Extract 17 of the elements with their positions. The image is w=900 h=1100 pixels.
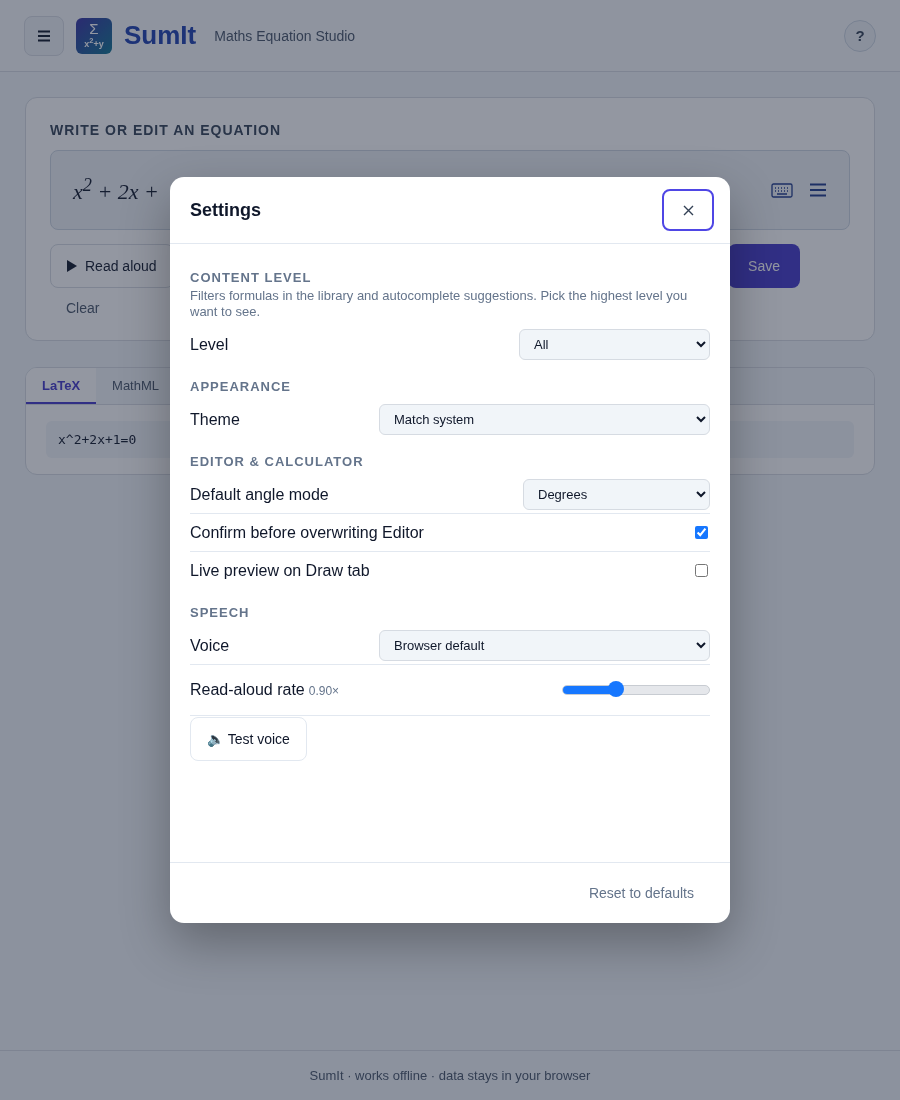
section-title: WRITE OR EDIT AN EQUATION [50,122,283,138]
setting-label: Default angle mode [190,485,329,504]
setting-label: Confirm before overwriting Editor [190,523,424,542]
section-heading: APPEARANCE [190,377,292,396]
setting-label: Level [190,335,229,354]
section-heading: CONTENT LEVEL [190,268,313,287]
app-subtitle: Maths Equation Studio [214,27,356,44]
setting-label: Live preview on Draw tab [190,561,370,580]
section-description: Filters formulas in the library and autocomplete suggestions. Pick the highest level you want to see. [190,288,689,320]
dialog-title: Settings [190,199,262,221]
app-logo: Σ x$^{2}$+y [76,17,112,54]
setting-label: Read-aloud rate [190,681,305,699]
section-heading: SPEECH [190,603,251,622]
rate-reading: 0.90× [308,684,340,698]
footer-text: SumIt · works offline · data stays in your browser [0,1050,900,1100]
setting-label: Voice [190,636,230,655]
app-name: SumIt [124,20,197,51]
